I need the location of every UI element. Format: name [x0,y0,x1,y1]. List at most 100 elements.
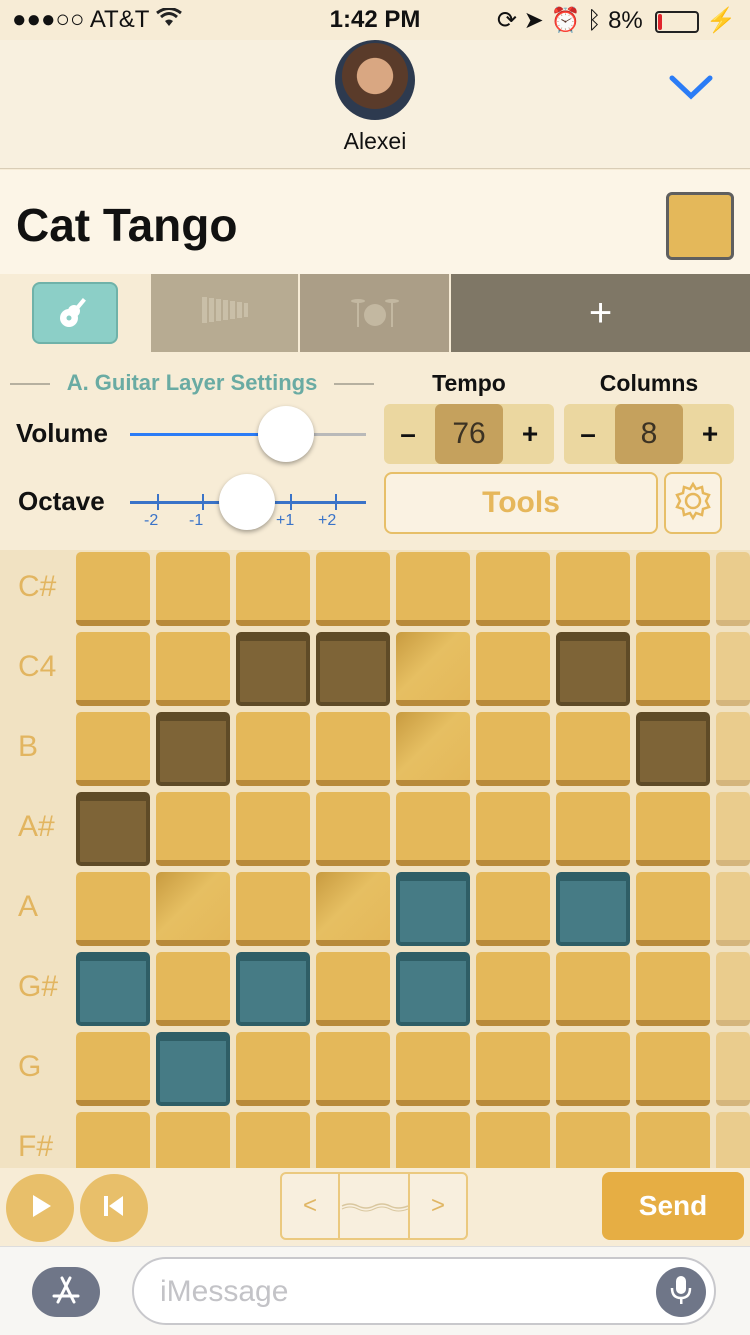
columns-increment-button[interactable]: + [686,404,734,464]
chevron-down-icon[interactable] [666,68,716,108]
note-cell[interactable] [476,552,550,626]
note-cell[interactable] [476,632,550,706]
volume-slider[interactable] [130,404,366,464]
note-cell[interactable] [76,552,150,626]
octave-slider-knob[interactable] [219,474,275,530]
note-cell[interactable] [236,712,310,786]
note-cell[interactable] [156,632,230,706]
note-cell[interactable] [396,1112,470,1168]
note-cell[interactable] [316,552,390,626]
contact-name[interactable]: Alexei [0,128,750,155]
note-cell[interactable] [236,872,310,946]
note-cell[interactable] [556,1032,630,1106]
note-cell[interactable] [316,872,390,946]
note-cell[interactable] [76,952,150,1026]
note-cell[interactable] [556,872,630,946]
message-input[interactable]: iMessage [132,1257,716,1325]
note-cell[interactable] [236,1112,310,1168]
note-cell[interactable] [396,1032,470,1106]
note-cell[interactable] [76,1112,150,1168]
send-button[interactable]: Send [602,1172,744,1240]
note-cell[interactable] [76,712,150,786]
note-cell[interactable] [76,792,150,866]
note-cell-partial[interactable] [716,872,750,946]
note-cell[interactable] [556,952,630,1026]
tab-xylophone[interactable] [151,274,298,352]
pattern-thumbnail[interactable] [340,1174,410,1238]
note-cell-partial[interactable] [716,1112,750,1168]
pager-prev-button[interactable]: < [282,1174,340,1238]
note-cell[interactable] [316,712,390,786]
note-cell-partial[interactable] [716,632,750,706]
note-cell[interactable] [76,632,150,706]
note-cell[interactable] [636,872,710,946]
note-cell[interactable] [236,952,310,1026]
avatar[interactable] [335,40,415,120]
volume-slider-knob[interactable] [258,406,314,462]
note-cell[interactable] [636,632,710,706]
note-cell[interactable] [476,872,550,946]
note-cell[interactable] [76,872,150,946]
note-cell[interactable] [556,792,630,866]
tempo-increment-button[interactable]: + [506,404,554,464]
color-swatch-button[interactable] [666,192,734,260]
note-cell[interactable] [636,792,710,866]
settings-button[interactable] [664,472,722,534]
note-cell[interactable] [636,1032,710,1106]
note-cell[interactable] [636,552,710,626]
note-cell[interactable] [476,1112,550,1168]
note-cell[interactable] [236,552,310,626]
note-cell[interactable] [556,552,630,626]
note-cell[interactable] [236,792,310,866]
note-cell[interactable] [396,712,470,786]
note-cell[interactable] [396,632,470,706]
note-cell[interactable] [156,1112,230,1168]
note-cell[interactable] [396,952,470,1026]
note-cell[interactable] [476,952,550,1026]
tempo-decrement-button[interactable]: – [384,404,432,464]
tab-drums[interactable] [300,274,449,352]
note-cell-partial[interactable] [716,952,750,1026]
note-cell[interactable] [156,872,230,946]
note-cell[interactable] [316,1032,390,1106]
note-cell[interactable] [636,712,710,786]
note-cell[interactable] [156,552,230,626]
note-cell[interactable] [556,712,630,786]
note-cell[interactable] [316,952,390,1026]
note-cell[interactable] [636,952,710,1026]
note-cell-partial[interactable] [716,552,750,626]
note-cell-partial[interactable] [716,1032,750,1106]
note-cell[interactable] [76,1032,150,1106]
note-cell[interactable] [396,872,470,946]
note-cell[interactable] [236,1032,310,1106]
note-cell[interactable] [636,1112,710,1168]
note-cell[interactable] [156,1032,230,1106]
tools-button[interactable]: Tools [384,472,658,534]
note-cell[interactable] [476,712,550,786]
note-cell[interactable] [156,952,230,1026]
columns-decrement-button[interactable]: – [564,404,612,464]
note-cell[interactable] [316,1112,390,1168]
play-button[interactable] [6,1174,74,1242]
note-cell[interactable] [476,792,550,866]
note-cell-partial[interactable] [716,712,750,786]
note-cell[interactable] [396,552,470,626]
rewind-button[interactable] [80,1174,148,1242]
note-cell[interactable] [396,792,470,866]
app-store-button[interactable] [32,1267,100,1317]
note-cell[interactable] [156,792,230,866]
note-cell[interactable] [316,632,390,706]
note-cell[interactable] [236,632,310,706]
note-cell[interactable] [156,712,230,786]
microphone-button[interactable] [656,1267,706,1317]
note-cell[interactable] [316,792,390,866]
song-title[interactable]: Cat Tango [16,198,237,252]
tab-guitar[interactable] [0,274,150,352]
octave-slider[interactable]: -2 -1 +1 +2 [130,472,366,534]
note-cell[interactable] [556,632,630,706]
pager-next-button[interactable]: > [408,1174,466,1238]
note-cell[interactable] [476,1032,550,1106]
note-cell-partial[interactable] [716,792,750,866]
add-layer-button[interactable]: + [451,274,750,352]
note-cell[interactable] [556,1112,630,1168]
